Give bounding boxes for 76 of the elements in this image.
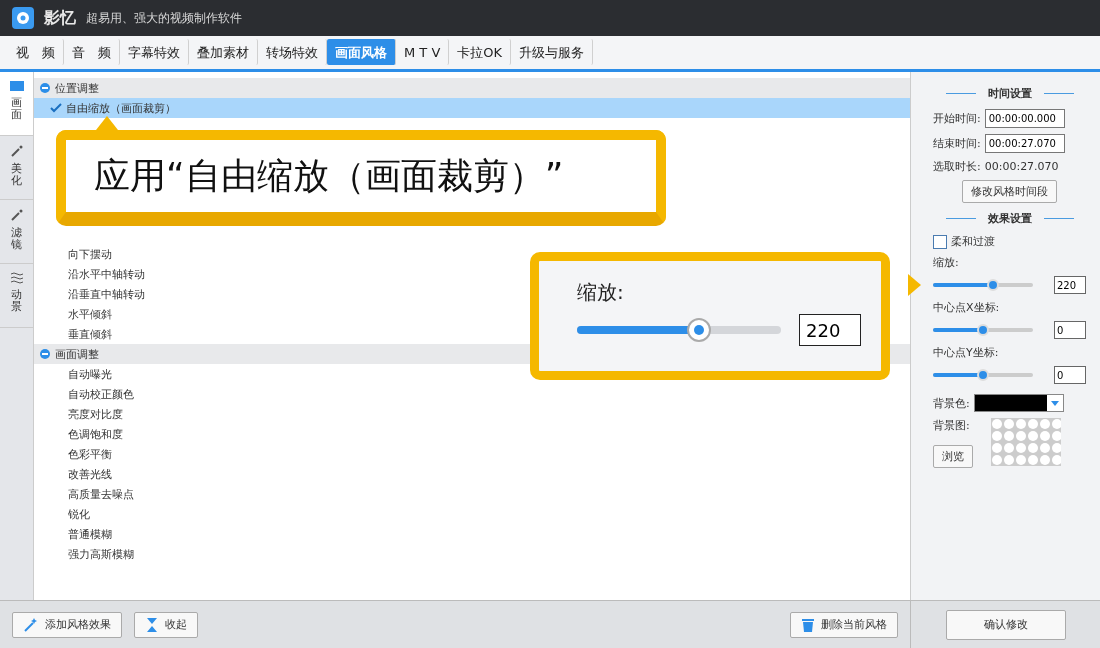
style-item[interactable]: 亮度对比度 [34, 404, 123, 424]
style-item[interactable]: 自由缩放（画面裁剪） [34, 98, 910, 118]
tab[interactable]: 字幕特效 [120, 39, 189, 65]
wand-icon [23, 616, 39, 633]
zoom-slider[interactable] [577, 318, 781, 342]
pointer-icon [908, 274, 921, 296]
time-field[interactable]: 00:00:27.070 [984, 134, 1065, 153]
style-item[interactable]: 高质量去噪点 [34, 484, 134, 504]
style-item[interactable]: 色调饱和度 [34, 424, 123, 444]
zoom-input[interactable]: 220 [799, 314, 861, 346]
value-field[interactable]: 0 [1054, 366, 1086, 384]
side-tab[interactable]: 画面 [0, 72, 33, 136]
slider[interactable] [933, 369, 1033, 381]
field-label: 开始时间: [933, 111, 981, 126]
edit-time-button[interactable]: 修改风格时间段 [962, 180, 1057, 203]
wand-icon [9, 208, 24, 222]
wand-icon [9, 144, 24, 158]
tab[interactable]: 叠加素材 [189, 39, 258, 65]
check-icon [50, 103, 62, 113]
tab[interactable]: 卡拉OK [449, 39, 512, 65]
style-item[interactable]: 普通模糊 [34, 524, 112, 544]
checkbox-label: 柔和过渡 [951, 234, 995, 249]
slider-label: 缩放: [933, 255, 960, 270]
slider[interactable] [933, 279, 1033, 291]
slider-label: 中心点X坐标: [933, 300, 1001, 315]
value-field[interactable]: 0 [1054, 321, 1086, 339]
toolbar-button[interactable]: 删除当前风格 [790, 611, 898, 638]
color-dropdown[interactable] [973, 394, 1064, 412]
confirm-button[interactable]: 确认修改 [945, 609, 1066, 640]
style-item[interactable]: 色彩平衡 [34, 444, 112, 464]
value-field[interactable]: 220 [1054, 276, 1086, 294]
slider-label: 中心点Y坐标: [933, 345, 1000, 360]
group-header[interactable]: 位置调整 [34, 78, 910, 98]
tab[interactable]: M T V [396, 39, 450, 65]
toolbar-button[interactable]: 收起 [134, 611, 198, 638]
app-title: 影忆 [44, 7, 76, 29]
side-tab[interactable]: 美化 [0, 136, 33, 200]
side-tab[interactable]: 动景 [0, 264, 33, 328]
style-item[interactable]: 锐化 [34, 504, 90, 524]
caret-icon [1050, 400, 1059, 406]
empty-image-preview [991, 418, 1061, 466]
collapse-icon [40, 83, 50, 93]
tab[interactable]: 音 频 [64, 39, 120, 65]
section-heading: 时间设置 [933, 86, 1086, 101]
section-heading: 效果设置 [933, 211, 1086, 226]
duration-value: 00:00:27.070 [984, 160, 1059, 173]
collapse-icon [40, 349, 50, 359]
tab[interactable]: 升级与服务 [511, 39, 594, 65]
waves-icon [9, 272, 24, 284]
screen-icon [8, 80, 25, 92]
style-item[interactable]: 沿垂直中轴转动 [34, 284, 145, 304]
field-label: 背景图: [933, 418, 971, 433]
style-item[interactable]: 水平倾斜 [34, 304, 112, 324]
style-item[interactable]: 向下摆动 [34, 244, 112, 264]
collapse-icon [145, 616, 159, 633]
style-item[interactable]: 改善光线 [34, 464, 112, 484]
caption-text: 应用“自由缩放（画面裁剪）” [94, 153, 564, 198]
style-item[interactable]: 自动曝光 [34, 364, 112, 384]
style-item[interactable]: 强力高斯模糊 [34, 544, 134, 564]
time-field[interactable]: 00:00:00.000 [984, 109, 1065, 128]
toolbar-button[interactable]: 添加风格效果 [12, 611, 122, 638]
side-tab[interactable]: 滤镜 [0, 200, 33, 264]
field-label: 选取时长: [933, 159, 981, 174]
field-label: 背景色: [933, 395, 970, 411]
style-item[interactable]: 自动校正颜色 [34, 384, 134, 404]
style-item[interactable]: 垂直倾斜 [34, 324, 112, 344]
browse-button[interactable]: 浏览 [933, 445, 973, 468]
zoom-label: 缩放: [577, 279, 625, 306]
app-logo-icon [12, 7, 34, 29]
tab[interactable]: 视 频 [8, 39, 64, 65]
trash-icon [801, 616, 815, 633]
style-item[interactable]: 沿水平中轴转动 [34, 264, 145, 284]
app-subtitle: 超易用、强大的视频制作软件 [86, 9, 242, 27]
checkbox[interactable] [933, 234, 947, 249]
field-label: 结束时间: [933, 136, 981, 151]
slider[interactable] [933, 324, 1033, 336]
